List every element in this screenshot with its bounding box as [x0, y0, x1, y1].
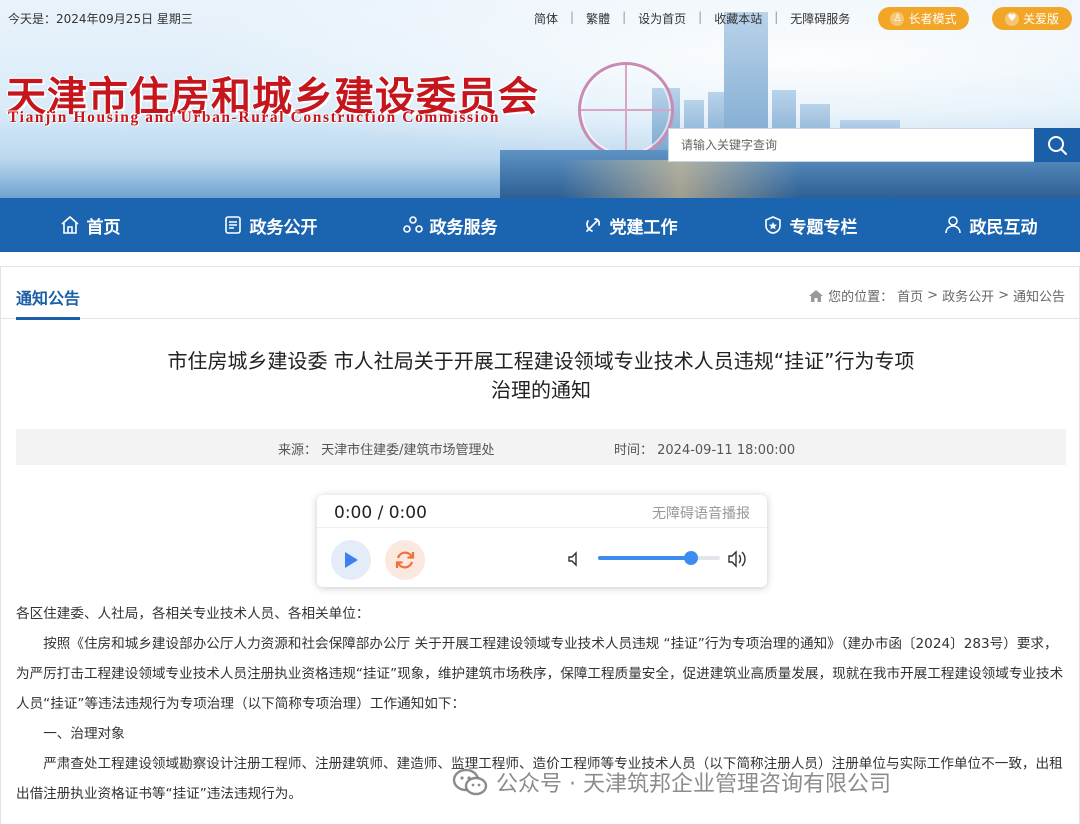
nav-label: 政民互动	[969, 217, 1038, 238]
search-icon	[1048, 136, 1067, 155]
search-box	[668, 128, 1080, 162]
main-nav: 首页 政务公开 政务服务 党建工作 专题专栏 政民互动	[0, 198, 1080, 252]
top-bar: 今天是：2024年09月25日 星期三 简体 | 繁體 | 设为首页 | 收藏本站 | …	[0, 0, 1080, 34]
volume-knob[interactable]	[683, 551, 698, 565]
nav-label: 首页	[86, 217, 121, 238]
breadcrumb-gov-affairs[interactable]: 政务公开	[942, 286, 994, 305]
breadcrumb-current[interactable]: 通知公告	[1013, 286, 1065, 305]
party-icon	[585, 218, 600, 232]
content-panel: 通知公告 您的位置： 首页 > 政务公开 > 通知公告 市住房城乡建设委 市人社…	[0, 266, 1080, 824]
nav-item-party[interactable]: 党建工作	[540, 198, 720, 252]
site-logo-en: Tianjin Housing and Urban-Rural Construc…	[8, 109, 501, 126]
article-title-line: 市住房城乡建设委 市人社局关于开展工程建设领域专业技术人员违规“挂证”行为专项	[167, 349, 915, 373]
care-version-button[interactable]: ♥ 关爱版	[992, 7, 1072, 30]
link-traditional[interactable]: 繁體	[574, 10, 622, 27]
care-version-label: 关爱版	[1022, 12, 1059, 26]
nav-label: 政务公开	[249, 217, 318, 238]
volume-fill	[598, 556, 691, 560]
nav-item-special[interactable]: 专题专栏	[720, 198, 900, 252]
section-header: 通知公告 您的位置： 首页 > 政务公开 > 通知公告	[1, 267, 1079, 320]
nav-label: 党建工作	[609, 217, 678, 238]
link-set-homepage[interactable]: 设为首页	[626, 10, 698, 27]
article-time: 时间： 2024-09-11 18:00:00	[614, 443, 796, 458]
home-icon	[809, 289, 824, 302]
header-banner: 今天是：2024年09月25日 星期三 简体 | 繁體 | 设为首页 | 收藏本站 | …	[0, 0, 1080, 198]
player-time: 0:00 / 0:00	[334, 503, 427, 523]
service-icon	[402, 216, 423, 233]
volume-low-icon[interactable]	[567, 551, 583, 567]
article-heading: 一、治理对象	[43, 726, 125, 742]
nav-item-gov-affairs[interactable]: 政务公开	[180, 198, 360, 252]
breadcrumb-separator: >	[998, 288, 1009, 303]
article-paragraph: 按照《住房和城乡建设部办公厅人力资源和社会保障部办公厅 关于开展工程建设领域专业…	[16, 636, 1064, 712]
link-simplified[interactable]: 简体	[522, 10, 570, 27]
elder-mode-button[interactable]: ♙ 长者模式	[878, 7, 969, 30]
wechat-icon	[452, 768, 488, 796]
article-source: 来源： 天津市住建委/建筑市场管理处	[278, 443, 495, 458]
breadcrumb: 您的位置： 首页 > 政务公开 > 通知公告	[808, 286, 1065, 305]
article-title-line: 治理的通知	[491, 378, 591, 402]
link-accessibility[interactable]: 无障碍服务	[778, 10, 862, 27]
nav-item-interaction[interactable]: 政民互动	[900, 198, 1080, 252]
player-divider	[317, 527, 767, 528]
elder-mode-label: 长者模式	[908, 12, 957, 26]
ferris-wheel	[578, 62, 674, 158]
nav-item-home[interactable]: 首页	[0, 198, 180, 252]
breadcrumb-home[interactable]: 首页	[897, 286, 923, 305]
replay-button[interactable]	[385, 540, 425, 580]
top-links: 简体 | 繁體 | 设为首页 | 收藏本站 | 无障碍服务	[522, 10, 862, 27]
watermark-text: 公众号 · 天津筑邦企业管理咨询有限公司	[496, 772, 891, 797]
article-title: 市住房城乡建设委 市人社局关于开展工程建设领域专业技术人员违规“挂证”行为专项 …	[101, 347, 981, 405]
article-paragraph: 各区住建委、人社局，各相关专业技术人员、各相关单位：	[16, 606, 370, 622]
search-button[interactable]	[1034, 128, 1080, 162]
section-title: 通知公告	[16, 285, 81, 320]
search-input[interactable]	[668, 128, 1034, 162]
volume-high-icon[interactable]	[727, 549, 749, 569]
breadcrumb-separator: >	[927, 288, 939, 303]
elder-icon: ♙	[890, 11, 905, 26]
play-icon	[345, 552, 358, 568]
wechat-watermark: 公众号 · 天津筑邦企业管理咨询有限公司	[452, 766, 891, 798]
badge-icon	[764, 216, 781, 234]
audio-player: 0:00 / 0:00 无障碍语音播报	[317, 495, 767, 587]
user-icon	[944, 216, 961, 234]
current-date: 今天是：2024年09月25日 星期三	[8, 12, 193, 26]
heart-icon: ♥	[1004, 11, 1019, 26]
article-meta: 来源： 天津市住建委/建筑市场管理处 时间： 2024-09-11 18:00:…	[16, 429, 1066, 465]
nav-label: 政务服务	[429, 217, 498, 238]
play-button[interactable]	[331, 540, 371, 580]
nav-label: 专题专栏	[789, 217, 858, 238]
link-bookmark[interactable]: 收藏本站	[702, 10, 774, 27]
home-icon	[60, 215, 79, 234]
refresh-icon	[395, 551, 415, 569]
volume-slider[interactable]	[598, 551, 720, 565]
nav-item-gov-service[interactable]: 政务服务	[360, 198, 540, 252]
banner-river-reflection	[560, 160, 800, 198]
breadcrumb-prefix: 您的位置：	[828, 290, 894, 305]
document-icon	[224, 216, 241, 234]
player-label: 无障碍语音播报	[652, 506, 750, 522]
